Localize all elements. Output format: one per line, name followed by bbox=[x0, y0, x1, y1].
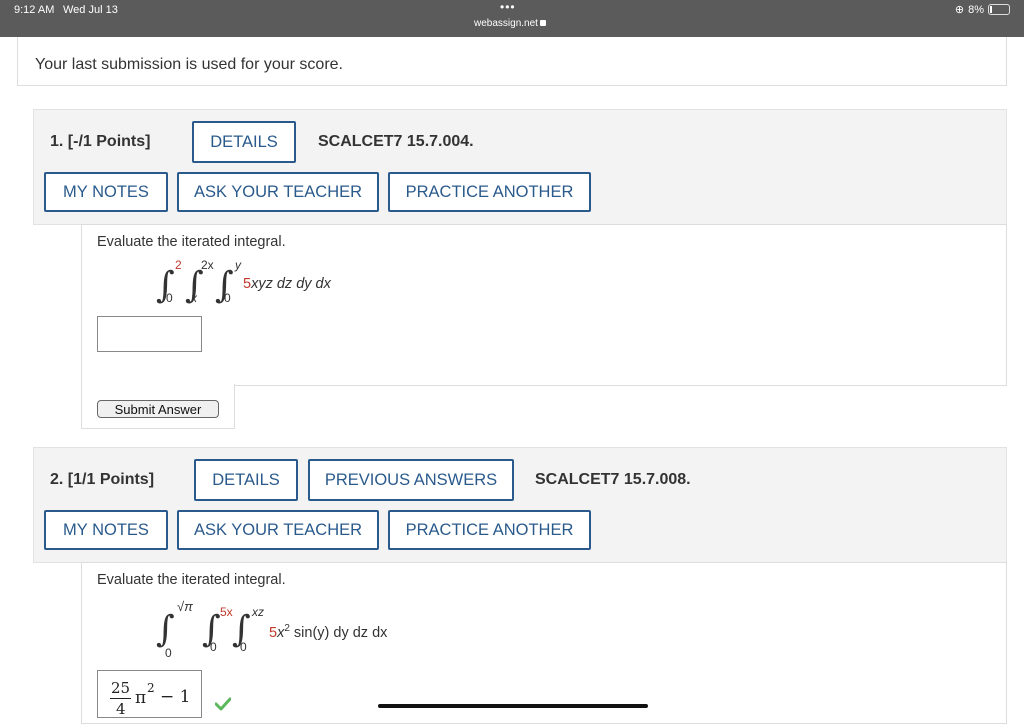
score-notice-text: Your last submission is used for your sc… bbox=[35, 56, 343, 73]
inner-lower-limit: 0 bbox=[224, 291, 231, 305]
question-2-header: 2. [1/1 Points] DETAILS PREVIOUS ANSWERS… bbox=[33, 447, 1007, 563]
outer-lower-limit: 0 bbox=[165, 646, 172, 660]
question-number: 2. [1/1 Points] bbox=[50, 471, 155, 488]
answer-input[interactable] bbox=[97, 316, 202, 352]
more-dots-icon[interactable]: ••• bbox=[500, 0, 516, 14]
home-indicator bbox=[378, 704, 648, 708]
lock-icon bbox=[539, 20, 546, 27]
details-button[interactable]: DETAILS bbox=[194, 459, 298, 501]
answer-pi-exponent: 2 bbox=[147, 681, 155, 695]
question-1-header: 1. [-/1 Points] DETAILS SCALCET7 15.7.00… bbox=[33, 109, 1007, 225]
question-code: SCALCET7 15.7.004. bbox=[318, 133, 474, 150]
answer-input[interactable]: 25 4 π 2 − 1 bbox=[97, 670, 202, 718]
previous-answers-button[interactable]: PREVIOUS ANSWERS bbox=[308, 459, 514, 501]
question-code: SCALCET7 15.7.008. bbox=[535, 471, 691, 488]
question-number: 1. [-/1 Points] bbox=[50, 133, 151, 150]
status-bar: 9:12 AM Wed Jul 13 ••• webassign.net ⊕ 8… bbox=[0, 0, 1024, 37]
inner-lower-limit: 0 bbox=[240, 640, 247, 654]
practice-another-button[interactable]: PRACTICE ANOTHER bbox=[388, 510, 591, 550]
answer-denominator: 4 bbox=[116, 700, 126, 718]
status-right: ⊕ 8% bbox=[955, 3, 1010, 16]
my-notes-button[interactable]: MY NOTES bbox=[44, 172, 168, 212]
submit-answer-button[interactable]: Submit Answer bbox=[97, 400, 219, 418]
outer-lower-limit: 0 bbox=[166, 291, 173, 305]
middle-lower-limit: 0 bbox=[210, 640, 217, 654]
answer-numerator: 25 bbox=[111, 679, 131, 697]
integrand: 5xyz dz dy dx bbox=[243, 276, 331, 292]
question-1-body: Evaluate the iterated integral. ∫ ∫ ∫ 2 … bbox=[81, 224, 1007, 386]
inner-upper-limit: xz bbox=[252, 605, 264, 619]
inner-upper-limit: y bbox=[235, 258, 241, 272]
practice-another-button[interactable]: PRACTICE ANOTHER bbox=[388, 172, 591, 212]
middle-upper-limit: 2x bbox=[201, 258, 214, 272]
integrand: 5x2 sin(y) dy dz dx bbox=[269, 623, 388, 641]
fraction-bar bbox=[110, 698, 131, 699]
middle-upper-limit: 5x bbox=[220, 605, 233, 619]
address-url[interactable]: webassign.net bbox=[474, 18, 546, 29]
question-prompt: Evaluate the iterated integral. bbox=[97, 572, 286, 588]
question-2-body: Evaluate the iterated integral. ∫ ∫ ∫ √π… bbox=[81, 562, 1007, 724]
integral-sign: ∫ bbox=[156, 609, 175, 650]
battery-percent: 8% bbox=[968, 3, 984, 16]
status-date: Wed Jul 13 bbox=[63, 4, 118, 16]
question-prompt: Evaluate the iterated integral. bbox=[97, 234, 286, 250]
answer-tail: − 1 bbox=[160, 687, 191, 707]
middle-lower-limit: x bbox=[191, 291, 197, 305]
submit-area: Submit Answer bbox=[81, 384, 235, 429]
outer-upper-limit: √π bbox=[177, 599, 193, 614]
battery-icon bbox=[988, 4, 1010, 15]
details-button[interactable]: DETAILS bbox=[192, 121, 296, 163]
check-icon bbox=[215, 697, 231, 711]
outer-upper-limit: 2 bbox=[175, 258, 182, 272]
ask-your-teacher-button[interactable]: ASK YOUR TEACHER bbox=[177, 172, 379, 212]
link-icon: ⊕ bbox=[954, 4, 965, 16]
ask-your-teacher-button[interactable]: ASK YOUR TEACHER bbox=[177, 510, 379, 550]
status-time: 9:12 AM bbox=[14, 4, 55, 16]
score-notice: Your last submission is used for your sc… bbox=[17, 37, 1007, 86]
my-notes-button[interactable]: MY NOTES bbox=[44, 510, 168, 550]
answer-pi: π bbox=[135, 688, 147, 708]
